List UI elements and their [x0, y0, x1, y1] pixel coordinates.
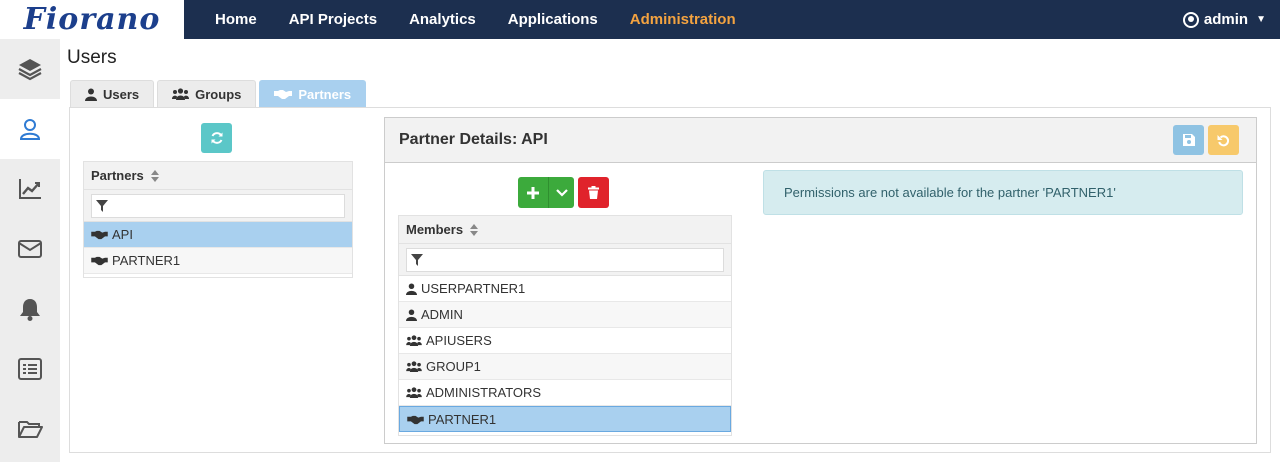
members-header-label: Members [406, 222, 464, 237]
trash-icon [588, 186, 599, 199]
users-icon [406, 361, 422, 372]
tab-bar: Users Groups Partners [70, 80, 369, 107]
list-item[interactable]: ADMINISTRATORS [399, 380, 731, 406]
sidebar [0, 39, 60, 462]
nav-home[interactable]: Home [215, 11, 257, 28]
tab-partners-label: Partners [298, 86, 352, 102]
nav-analytics[interactable]: Analytics [409, 11, 476, 28]
page-title: Users [67, 47, 117, 68]
partners-list: Partners API PARTNER1 [83, 161, 353, 278]
members-list-header[interactable]: Members [399, 216, 731, 244]
sort-icon [150, 169, 160, 183]
list-item-label: PARTNER1 [428, 411, 497, 427]
list-item-label: API [112, 227, 133, 242]
handshake-icon [91, 230, 108, 240]
sort-icon [469, 223, 479, 237]
folder-open-icon [18, 421, 43, 438]
list-item[interactable]: PARTNER1 [84, 248, 352, 274]
list-item-label: APIUSERS [426, 333, 492, 348]
members-filter-row [399, 244, 731, 276]
partners-list-header[interactable]: Partners [84, 162, 352, 190]
user-icon [406, 309, 417, 321]
sidebar-item-analytics[interactable] [0, 159, 60, 219]
sidebar-item-users[interactable] [0, 99, 60, 159]
list-item[interactable]: GROUP1 [399, 354, 731, 380]
members-filter-input[interactable] [406, 248, 724, 272]
account-circle-icon [1182, 11, 1199, 28]
chevron-down-icon [555, 188, 568, 197]
user-icon [406, 283, 417, 295]
sidebar-item-reports[interactable] [0, 339, 60, 399]
logo-text: Fiorano [23, 2, 161, 37]
user-menu-label: admin [1203, 11, 1249, 28]
add-member-button[interactable] [518, 177, 548, 208]
tab-groups-label: Groups [195, 86, 242, 102]
sidebar-item-files[interactable] [0, 399, 60, 459]
top-navbar: Fiorano Home API Projects Analytics Appl… [0, 0, 1280, 39]
add-member-dropdown-button[interactable] [548, 177, 574, 208]
user-menu[interactable]: admin ▼ [1182, 0, 1266, 39]
list-item[interactable]: APIUSERS [399, 328, 731, 354]
list-item-label: ADMINISTRATORS [426, 385, 542, 400]
list-item[interactable]: PARTNER1 [399, 406, 731, 432]
list-item[interactable]: USERPARTNER1 [399, 276, 731, 302]
undo-icon [1217, 134, 1230, 146]
list-item-label: USERPARTNER1 [421, 281, 526, 296]
list-icon [18, 358, 42, 380]
partners-filter-input[interactable] [91, 194, 345, 218]
partners-header-label: Partners [91, 168, 144, 183]
mail-icon [18, 240, 42, 258]
list-item[interactable]: API [84, 222, 352, 248]
plus-icon [527, 186, 539, 199]
refresh-button[interactable] [201, 123, 232, 153]
handshake-icon [407, 415, 424, 424]
save-button[interactable] [1173, 125, 1204, 155]
users-icon [406, 387, 422, 398]
partner-details-header: Partner Details: API [385, 118, 1256, 163]
sidebar-item-messages[interactable] [0, 219, 60, 279]
nav-api-projects[interactable]: API Projects [289, 11, 377, 28]
sidebar-item-notifications[interactable] [0, 279, 60, 339]
permissions-message: Permissions are not available for the pa… [784, 185, 1116, 200]
user-icon [85, 88, 97, 101]
permissions-alert: Permissions are not available for the pa… [763, 170, 1243, 215]
users-icon [406, 335, 422, 346]
list-item-label: PARTNER1 [112, 253, 181, 268]
main-nav: Home API Projects Analytics Applications… [215, 0, 768, 39]
sidebar-item-apis[interactable] [0, 39, 60, 99]
delete-member-button[interactable] [578, 177, 609, 208]
user-icon [19, 119, 41, 140]
layers-icon [18, 59, 42, 81]
tab-groups[interactable]: Groups [157, 80, 257, 107]
caret-down-icon: ▼ [1256, 14, 1266, 25]
users-icon [172, 88, 190, 100]
nav-administration[interactable]: Administration [630, 11, 736, 28]
tab-users-label: Users [103, 86, 140, 102]
partner-details-title: Partner Details: API [399, 131, 548, 148]
undo-button[interactable] [1208, 125, 1239, 155]
partners-filter-row [84, 190, 352, 222]
chart-icon [19, 179, 41, 199]
refresh-icon [211, 132, 222, 144]
list-item-label: GROUP1 [426, 359, 481, 374]
handshake-icon [91, 256, 108, 266]
filter-icon [411, 254, 423, 266]
filter-icon [96, 200, 108, 212]
save-icon [1182, 134, 1195, 146]
nav-applications[interactable]: Applications [508, 11, 598, 28]
bell-icon [20, 299, 40, 321]
list-item[interactable]: ADMIN [399, 302, 731, 328]
list-item-label: ADMIN [421, 307, 463, 322]
tab-users[interactable]: Users [70, 80, 155, 107]
handshake-icon [274, 90, 293, 99]
brand-logo[interactable]: Fiorano [0, 0, 184, 39]
members-list: Members USERPARTNER1 ADMIN APIUSERS GROU… [398, 215, 732, 436]
tab-partners[interactable]: Partners [259, 80, 367, 107]
